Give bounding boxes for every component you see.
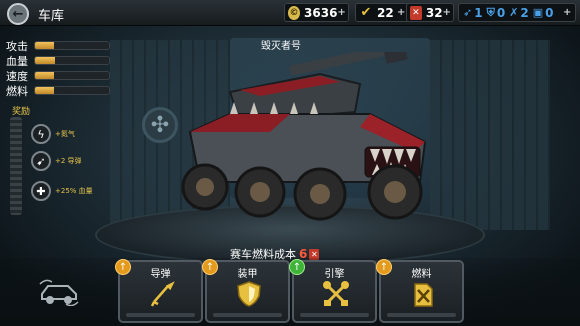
garage-screen: ✣ ← 车库 © 3636 + ✔ 22 + ✕ 32 + ➶ 1 ⛨ 0 ✗ … (0, 0, 580, 326)
vehicle-stats: 攻击 血量 速度 燃料 (6, 38, 110, 98)
gems-counter: ✔ 22 + (355, 3, 410, 22)
parts-counter: ➶ 1 ⛨ 0 ✗ 2 ▣ 0 + (458, 3, 576, 22)
reward-missile: ➹ +2 导弹 (31, 151, 82, 171)
stat-bar-fill (35, 57, 55, 64)
upgrade-label: 燃料 (411, 269, 432, 280)
fuel-can-icon: ✕ (410, 5, 422, 20)
upgrade-missile[interactable]: ↑ 导弹 (115, 259, 203, 323)
parts-value-3: 2 (520, 5, 529, 20)
engine-pistons-icon (323, 281, 349, 306)
coins-value: 3636 (304, 5, 338, 20)
stat-bar-fill (35, 72, 54, 79)
stat-bar (34, 71, 110, 80)
upgrade-label: 引擎 (324, 269, 345, 280)
armor-shield-icon (237, 281, 261, 307)
garage-wall-right (430, 40, 550, 230)
fuel-value: 32 (425, 5, 443, 20)
coins-counter: © 3636 + (284, 3, 349, 22)
parts-value-4: 0 (545, 5, 554, 20)
flame-icon: ϟ (31, 124, 51, 144)
upgrade-progress (300, 313, 369, 317)
reward-health: ✚ +25% 血量 (31, 181, 93, 201)
stat-label: 攻击 (6, 39, 28, 53)
page-title: 车库 (38, 9, 65, 24)
rewards-title: 奖励 (12, 107, 31, 117)
upgrade-label: 导弹 (150, 269, 171, 280)
wrench-part-icon: ✗ (509, 6, 519, 19)
gem-icon: ✔ (360, 5, 372, 20)
upgrade-armor[interactable]: ↑ 装甲 (202, 259, 290, 323)
stat-bar (34, 41, 110, 50)
upgrade-engine[interactable]: ↑ 引擎 (289, 259, 377, 323)
vehicle-name: 毁灭者号 (261, 41, 301, 52)
vehicle-model[interactable] (170, 52, 440, 222)
parts-value-2: 0 (496, 5, 506, 20)
missile-icon (150, 281, 175, 307)
fuel-counter: ✕ 32 + (406, 3, 454, 22)
fuel-can-icon (414, 283, 433, 307)
shield-part-icon: ⛨ (486, 5, 495, 19)
missile-icon: ➹ (31, 151, 51, 171)
stat-bar-fill (35, 87, 55, 94)
top-bar: ← 车库 © 3636 + ✔ 22 + ✕ 32 + ➶ 1 ⛨ 0 ✗ 2 … (0, 0, 580, 26)
upgrade-progress (387, 313, 456, 317)
health-plus-icon: ✚ (31, 181, 51, 201)
missile-part-icon: ➶ (463, 6, 473, 19)
stat-bar-fill (35, 42, 55, 49)
reward-text: +25% 血量 (55, 187, 93, 195)
upgrade-progress (213, 313, 282, 317)
parts-value-1: 1 (474, 5, 483, 20)
rewards-rail (10, 117, 22, 215)
reward-nitro: ϟ +氮气 (31, 124, 75, 144)
add-fuel-button[interactable]: + (443, 7, 451, 18)
stat-label: 燃料 (6, 84, 28, 98)
switch-vehicle-icon[interactable] (38, 278, 80, 306)
stat-bar (34, 86, 110, 95)
add-coins-button[interactable]: + (337, 7, 346, 18)
stat-speed: 速度 (6, 68, 110, 83)
stat-label: 血量 (6, 54, 28, 68)
add-parts-button[interactable]: + (563, 7, 573, 18)
stat-attack: 攻击 (6, 38, 110, 53)
fuel-part-icon: ▣ (532, 6, 544, 19)
reward-text: +2 导弹 (55, 157, 82, 165)
stat-label: 速度 (6, 69, 28, 83)
coin-icon: © (288, 5, 301, 20)
reward-text: +氮气 (55, 130, 75, 138)
stat-fuel: 燃料 (6, 83, 110, 98)
upgrade-label: 装甲 (237, 269, 258, 280)
back-arrow-icon[interactable]: ← (7, 3, 29, 25)
upgrade-fuel[interactable]: ↑ 燃料 (376, 259, 464, 323)
stat-bar (34, 56, 110, 65)
upgrade-progress (126, 313, 195, 317)
gems-value: 22 (377, 5, 394, 20)
stat-health: 血量 (6, 53, 110, 68)
